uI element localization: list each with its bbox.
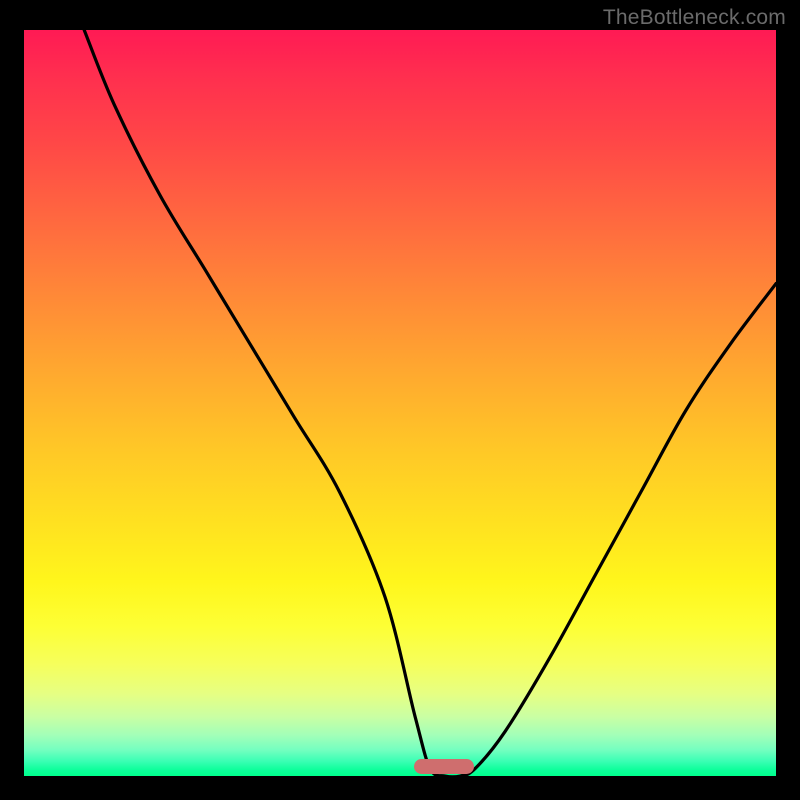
chart-frame: TheBottleneck.com <box>0 0 800 800</box>
plot-area <box>24 30 776 776</box>
minimum-marker <box>414 759 474 774</box>
bottleneck-curve <box>24 30 776 776</box>
watermark-text: TheBottleneck.com <box>603 6 786 30</box>
curve-path <box>84 30 776 776</box>
